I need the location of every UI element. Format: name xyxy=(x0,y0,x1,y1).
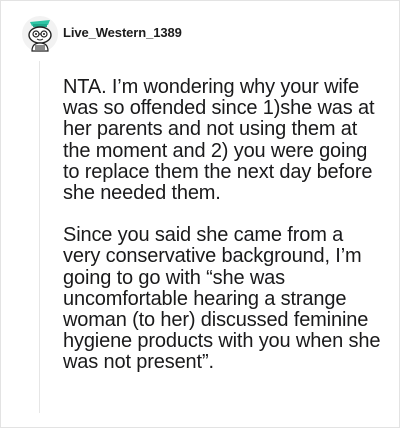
author-username[interactable]: Live_Western_1389 xyxy=(63,25,182,40)
comment-paragraph-1: NTA. I’m wondering why your wife was so … xyxy=(63,76,375,205)
comment-card: Live_Western_1389 NTA. I’m wondering why… xyxy=(0,0,400,428)
comment-body: NTA. I’m wondering why your wife was so … xyxy=(63,76,383,374)
thread-line[interactable] xyxy=(39,61,40,413)
comment-paragraph-2: Since you said she came from a very cons… xyxy=(63,224,381,374)
avatar-icon[interactable] xyxy=(21,15,59,53)
